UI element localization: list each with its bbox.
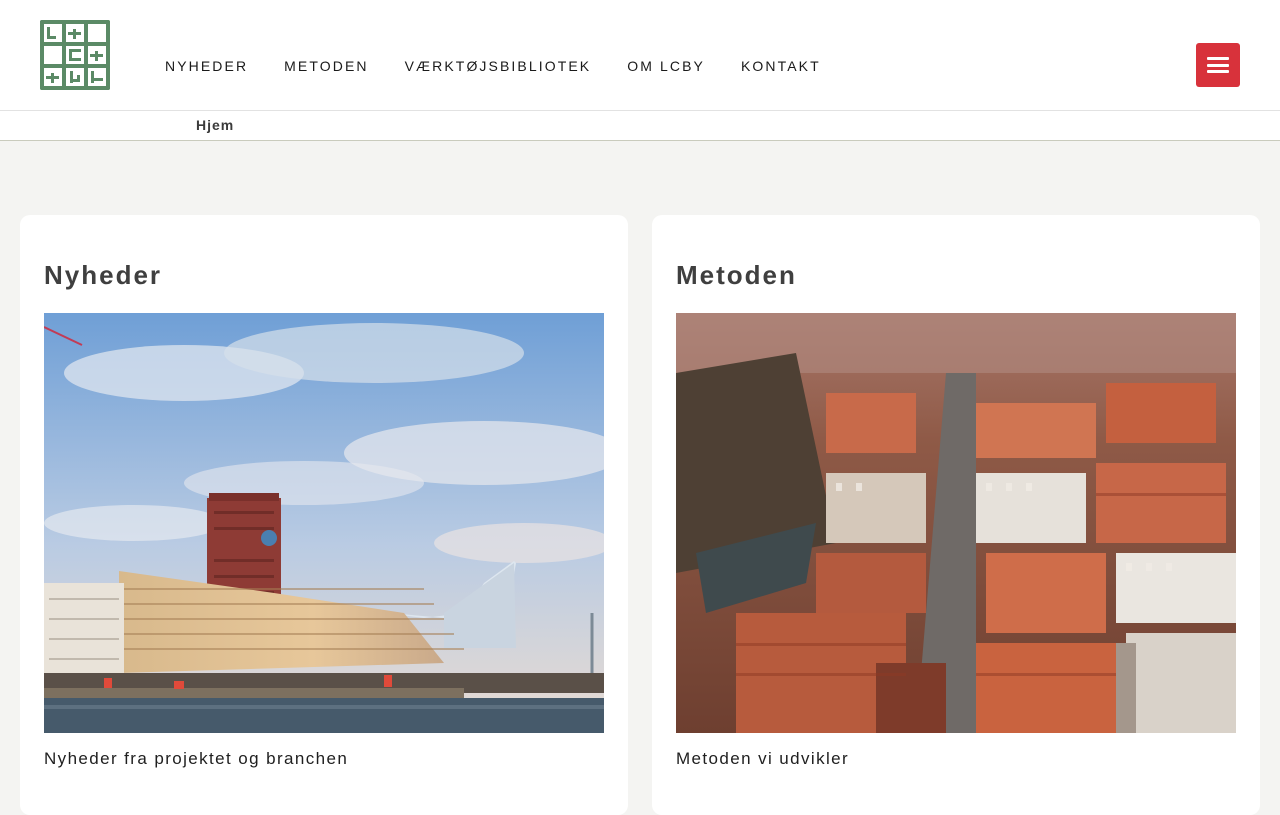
nav-item-kontakt[interactable]: KONTAKT xyxy=(723,55,839,77)
breadcrumb-bar: Hjem xyxy=(0,111,1280,141)
card-description: Nyheder fra projektet og branchen xyxy=(44,749,349,768)
hamburger-icon xyxy=(1207,57,1229,73)
card-title: Metoden xyxy=(676,260,797,290)
card-metoden[interactable]: Metoden Metoden vi udvikler xyxy=(652,215,1260,815)
nav-item-nyheder[interactable]: NYHEDER xyxy=(147,55,266,77)
nav-item-metoden[interactable]: METODEN xyxy=(266,55,386,77)
main-nav: NYHEDER METODEN VÆRKTØJSBIBLIOTEK OM LCB… xyxy=(147,55,839,77)
site-logo[interactable] xyxy=(40,20,110,90)
waterfront-buildings-photo[interactable] xyxy=(44,313,604,733)
card-title: Nyheder xyxy=(44,260,163,290)
card-nyheder[interactable]: Nyheder Nyheder fra projektet og branche… xyxy=(20,215,628,815)
logo-grid-icon xyxy=(40,20,110,90)
nav-item-om-lcby[interactable]: OM LCBY xyxy=(609,55,723,77)
menu-button[interactable] xyxy=(1196,43,1240,87)
site-header: NYHEDER METODEN VÆRKTØJSBIBLIOTEK OM LCB… xyxy=(0,0,1280,111)
nav-item-vaerktojsbibliotek[interactable]: VÆRKTØJSBIBLIOTEK xyxy=(387,55,610,77)
breadcrumb-home[interactable]: Hjem xyxy=(196,117,234,133)
aerial-old-town-photo[interactable] xyxy=(676,313,1236,733)
card-description: Metoden vi udvikler xyxy=(676,749,850,768)
